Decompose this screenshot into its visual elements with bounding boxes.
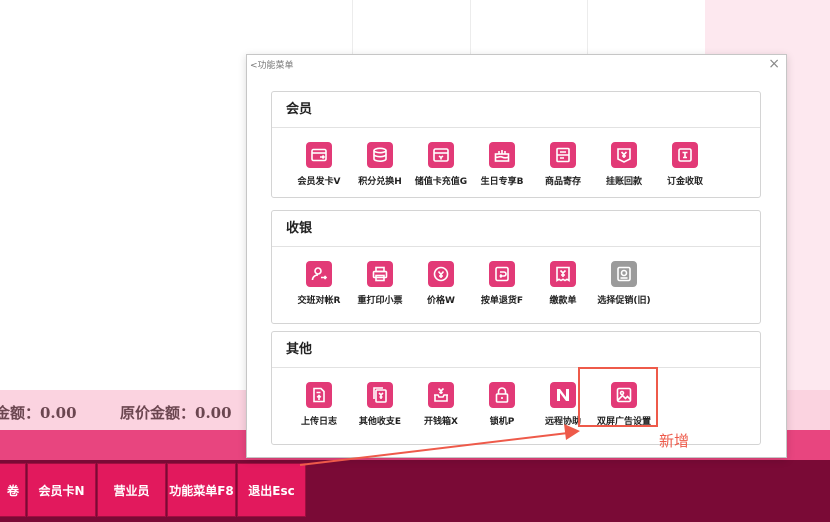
stored-card-icon [428,142,454,168]
item-price[interactable]: 价格W [408,261,474,306]
item-label: 订金收取 [666,177,703,187]
item-points-exchange[interactable]: 积分兑换H [347,142,413,187]
item-label: 重打印小票 [357,296,403,306]
exit-button[interactable]: 退出Esc [237,463,306,517]
promotion-icon [611,261,637,287]
item-label: 挂账回款 [605,177,642,187]
close-icon[interactable]: × [768,56,780,72]
item-other-income[interactable]: 其他收支E [347,382,413,427]
item-label: 商品寄存 [544,177,581,187]
other-income-icon [367,382,393,408]
item-label: 按单退货F [480,296,524,306]
item-credit-repayment[interactable]: 挂账回款 [591,142,657,187]
item-label: 生日专享B [480,177,524,187]
lock-icon [489,382,515,408]
birthday-cake-icon [489,142,515,168]
item-label: 选择促销(旧) [597,296,651,306]
item-label: 缴款单 [549,296,577,306]
item-label: 开钱箱X [424,417,458,427]
item-label: 交班对帐R [297,296,341,306]
section-other: 其他 上传日志 其他收支E 开钱箱X 锁机P 远程协助 双屏广告设置 [271,331,761,445]
printer-icon [367,261,393,287]
cash-drawer-icon [428,382,454,408]
item-label: 价格W [427,296,455,306]
item-label: 锁机P [489,417,515,427]
item-label: 积分兑换H [358,177,402,187]
item-select-promotion[interactable]: 选择促销(旧) [591,261,657,306]
original-amount: 原价金额：0.00 [120,404,232,422]
item-member-card-issue[interactable]: 会员发卡V [286,142,352,187]
coins-icon [367,142,393,168]
price-tag-icon [428,261,454,287]
item-label: 会员发卡V [297,177,341,187]
member-card-button[interactable]: 会员卡N [27,463,96,517]
fkey-partial[interactable]: 卷 [0,463,26,517]
item-goods-storage[interactable]: 商品寄存 [530,142,596,187]
card-issue-icon [306,142,332,168]
salesperson-button[interactable]: 营业员 [97,463,166,517]
grid-divider [587,0,588,55]
payment-slip-icon [550,261,576,287]
item-lock-machine[interactable]: 锁机P [469,382,535,427]
item-label: 其他收支E [358,417,402,427]
item-shift-handover[interactable]: 交班对帐R [286,261,352,306]
item-return-by-order[interactable]: 按单退货F [469,261,535,306]
function-menu-dialog: <功能菜单 × 会员 会员发卡V 积分兑换H 储值卡充值G 生日专享B 商品寄存… [246,54,787,458]
grid-divider [352,0,353,55]
grid-divider [470,0,471,55]
item-reprint-receipt[interactable]: 重打印小票 [347,261,413,306]
section-cashier: 收银 交班对帐R 重打印小票 价格W 按单退货F 缴款单 选择促销(旧) [271,210,761,324]
return-goods-icon [489,261,515,287]
item-label: 上传日志 [300,417,337,427]
section-title: 其他 [272,332,760,368]
item-open-cash-drawer[interactable]: 开钱箱X [408,382,474,427]
section-title: 收银 [272,211,760,247]
section-title: 会员 [272,92,760,128]
receipt-return-icon [611,142,637,168]
new-feature-note: 新增 [659,432,690,450]
item-label: 储值卡充值G [414,177,468,187]
new-feature-highlight-box [578,367,658,427]
item-stored-card-topup[interactable]: 储值卡充值G [408,142,474,187]
item-birthday[interactable]: 生日专享B [469,142,535,187]
shift-handover-icon [306,261,332,287]
payable-amount: 金额：0.00 [0,404,77,422]
item-upload-log[interactable]: 上传日志 [286,382,352,427]
function-menu-button[interactable]: 功能菜单F8 [167,463,236,517]
section-member: 会员 会员发卡V 积分兑换H 储值卡充值G 生日专享B 商品寄存 挂账回款 订金… [271,91,761,198]
storage-icon [550,142,576,168]
remote-assist-icon [550,382,576,408]
item-payment-slip[interactable]: 缴款单 [530,261,596,306]
item-deposit[interactable]: 订金收取 [652,142,718,187]
deposit-icon [672,142,698,168]
upload-log-icon [306,382,332,408]
dialog-title: <功能菜单 [250,61,294,71]
